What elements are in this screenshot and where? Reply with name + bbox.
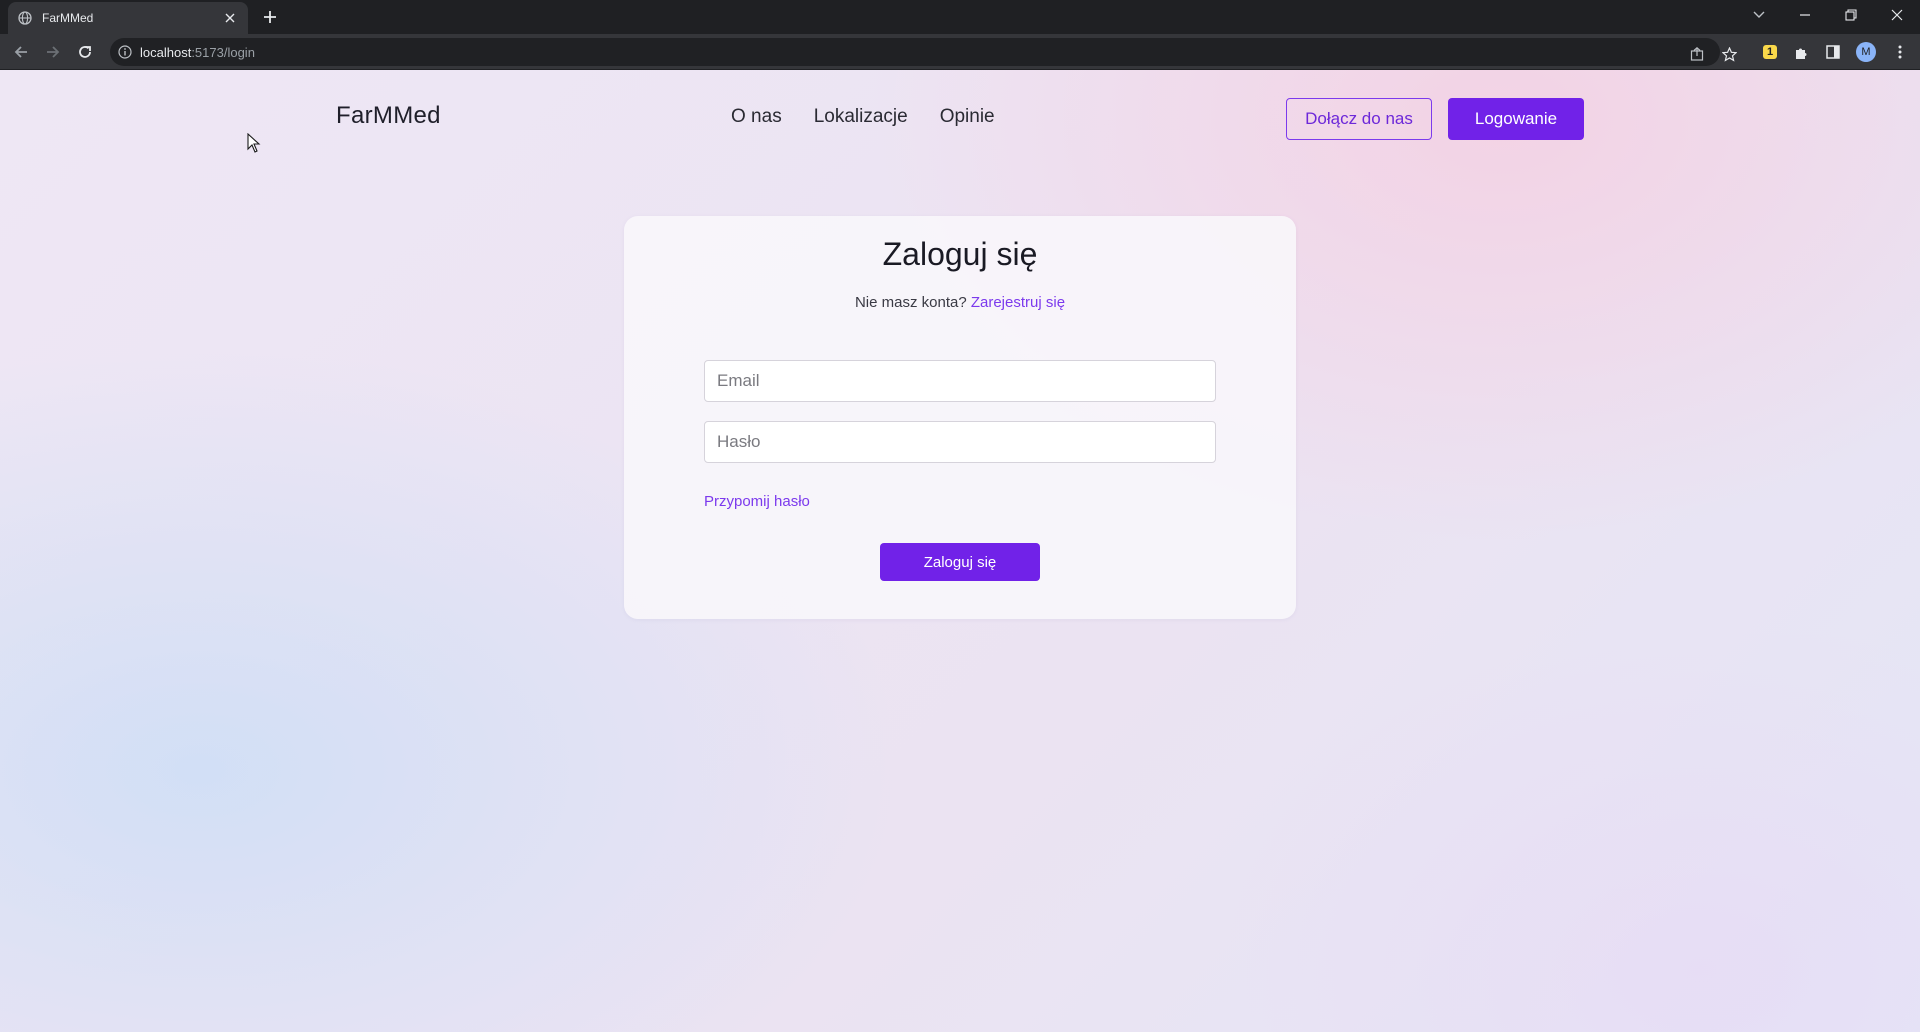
bookmark-star-icon[interactable] — [1720, 45, 1738, 63]
browser-tab-bar: FarMMed — [0, 0, 1920, 34]
signup-prompt: Nie masz konta? Zarejestruj się — [624, 294, 1296, 311]
site-logo[interactable]: FarMMed — [336, 102, 441, 130]
main-nav: O nas Lokalizacje Opinie — [731, 106, 995, 128]
tab-search-chevron-icon[interactable] — [1746, 4, 1772, 26]
mouse-cursor-icon — [247, 132, 261, 153]
profile-avatar[interactable]: M — [1856, 42, 1876, 62]
new-tab-plus-icon[interactable] — [260, 7, 280, 27]
close-window-icon[interactable] — [1884, 4, 1910, 26]
browser-tab[interactable]: FarMMed — [8, 2, 248, 34]
page-viewport: FarMMed O nas Lokalizacje Opinie Dołącz … — [0, 70, 1920, 1032]
url-host: localhost — [140, 44, 192, 60]
login-title: Zaloguj się — [882, 236, 1038, 272]
login-submit-button[interactable]: Zaloguj się — [880, 543, 1040, 581]
restore-icon[interactable] — [1838, 4, 1864, 26]
forgot-password-link[interactable]: Przypomij hasło — [704, 493, 810, 510]
address-bar[interactable]: localhost:5173/login — [110, 38, 1737, 66]
reload-icon[interactable] — [74, 41, 96, 63]
url-path: :5173/login — [191, 44, 255, 60]
share-icon[interactable] — [1688, 45, 1706, 63]
kebab-menu-icon[interactable] — [1891, 43, 1909, 61]
no-account-text: Nie masz konta? — [854, 294, 967, 311]
extension-badge-icon[interactable]: 1 — [1763, 45, 1777, 59]
globe-icon — [18, 11, 32, 25]
minimize-icon[interactable] — [1792, 4, 1818, 26]
tab-title: FarMMed — [42, 11, 94, 25]
join-button[interactable]: Dołącz do nas — [1286, 98, 1432, 140]
email-field[interactable] — [704, 360, 1216, 402]
browser-toolbar: localhost:5173/login 1 M — [0, 34, 1920, 70]
nav-link-locations[interactable]: Lokalizacje — [814, 106, 908, 128]
password-field[interactable] — [704, 421, 1216, 463]
nav-link-about[interactable]: O nas — [731, 106, 782, 128]
site-header: FarMMed O nas Lokalizacje Opinie Dołącz … — [336, 98, 1586, 140]
nav-link-reviews[interactable]: Opinie — [940, 106, 995, 128]
login-card: Zaloguj się Nie masz konta? Zarejestruj … — [624, 216, 1296, 619]
register-link[interactable]: Zarejestruj się — [971, 294, 1065, 311]
extensions-puzzle-icon[interactable] — [1792, 43, 1810, 61]
site-info-icon[interactable] — [118, 45, 132, 59]
side-panel-icon[interactable] — [1824, 43, 1842, 61]
back-arrow-icon[interactable] — [10, 41, 32, 63]
tab-close-icon[interactable] — [222, 10, 238, 26]
login-nav-button[interactable]: Logowanie — [1448, 98, 1584, 140]
forward-arrow-icon[interactable] — [42, 41, 64, 63]
